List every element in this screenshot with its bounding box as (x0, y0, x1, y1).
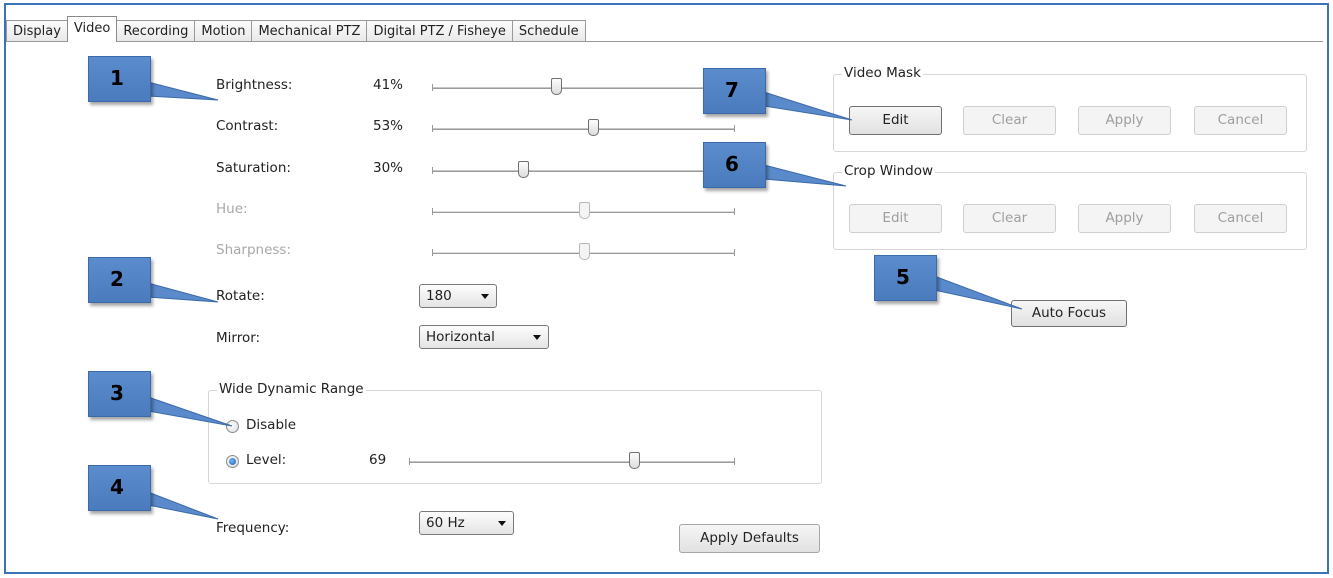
contrast-slider[interactable] (432, 119, 735, 136)
wdr-group: Wide Dynamic Range (208, 381, 822, 484)
tab-display[interactable]: Display (6, 20, 68, 42)
callout-5: 5 (874, 255, 937, 301)
sharpness-slider-thumb (578, 243, 590, 260)
chevron-down-icon (533, 335, 541, 340)
wdr-disable-label[interactable]: Disable (246, 417, 296, 433)
rotate-dropdown-value: 180 (426, 288, 452, 304)
brightness-slider-thumb[interactable] (551, 78, 563, 95)
callout-2: 2 (88, 257, 151, 303)
crop-window-edit-button: Edit (849, 204, 942, 233)
callout-1: 1 (88, 56, 151, 102)
crop-window-clear-button: Clear (963, 204, 1056, 233)
video-mask-edit-button[interactable]: Edit (849, 106, 942, 135)
tab-video[interactable]: Video (66, 16, 118, 42)
brightness-label: Brightness: (216, 77, 293, 93)
mirror-label: Mirror: (216, 330, 261, 346)
wdr-level-radio[interactable] (226, 455, 239, 468)
auto-focus-button[interactable]: Auto Focus (1011, 300, 1127, 327)
wdr-group-title: Wide Dynamic Range (217, 381, 366, 397)
callout-3: 3 (88, 371, 151, 417)
saturation-slider[interactable] (432, 161, 735, 178)
wdr-level-slider[interactable] (409, 452, 735, 469)
hue-slider-thumb (578, 202, 590, 219)
crop-window-title: Crop Window (842, 163, 936, 179)
saturation-value: 30% (373, 160, 404, 176)
rotate-label: Rotate: (216, 288, 265, 304)
tab-mechanical-ptz[interactable]: Mechanical PTZ (251, 20, 368, 42)
mirror-dropdown-value: Horizontal (426, 329, 495, 345)
video-mask-clear-button: Clear (963, 106, 1056, 135)
callout-4: 4 (88, 465, 151, 511)
tab-recording[interactable]: Recording (116, 20, 196, 42)
frequency-dropdown-value: 60 Hz (426, 515, 465, 531)
chevron-down-icon (498, 521, 506, 526)
contrast-slider-thumb[interactable] (587, 119, 599, 136)
wdr-disable-radio[interactable] (226, 420, 239, 433)
apply-defaults-button[interactable]: Apply Defaults (679, 524, 820, 553)
sharpness-label: Sharpness: (216, 242, 291, 258)
crop-window-apply-button: Apply (1078, 204, 1171, 233)
crop-window-cancel-button: Cancel (1194, 204, 1287, 233)
contrast-label: Contrast: (216, 118, 279, 134)
brightness-value: 41% (373, 77, 404, 93)
saturation-label: Saturation: (216, 160, 291, 176)
callout-7: 7 (703, 68, 766, 114)
tab-schedule[interactable]: Schedule (511, 20, 586, 42)
frequency-label: Frequency: (216, 520, 290, 536)
wdr-level-label[interactable]: Level: (246, 452, 286, 468)
video-mask-apply-button: Apply (1078, 106, 1171, 135)
tab-motion[interactable]: Motion (194, 20, 253, 42)
hue-label: Hue: (216, 201, 248, 217)
wdr-level-value: 69 (369, 452, 387, 468)
frequency-dropdown[interactable]: 60 Hz (419, 511, 514, 535)
chevron-down-icon (481, 294, 489, 299)
rotate-dropdown[interactable]: 180 (419, 284, 497, 308)
callout-6: 6 (703, 142, 766, 188)
video-mask-cancel-button: Cancel (1194, 106, 1287, 135)
sharpness-slider (432, 243, 735, 260)
hue-slider (432, 202, 735, 219)
contrast-value: 53% (373, 118, 404, 134)
brightness-slider[interactable] (432, 78, 735, 95)
saturation-slider-thumb[interactable] (517, 161, 529, 178)
tab-digital-ptz-fisheye[interactable]: Digital PTZ / Fisheye (366, 20, 513, 42)
wdr-level-slider-thumb[interactable] (628, 452, 640, 469)
video-mask-title: Video Mask (842, 65, 923, 81)
tab-strip: Display Video Recording Motion Mechanica… (6, 16, 586, 42)
mirror-dropdown[interactable]: Horizontal (419, 325, 549, 349)
